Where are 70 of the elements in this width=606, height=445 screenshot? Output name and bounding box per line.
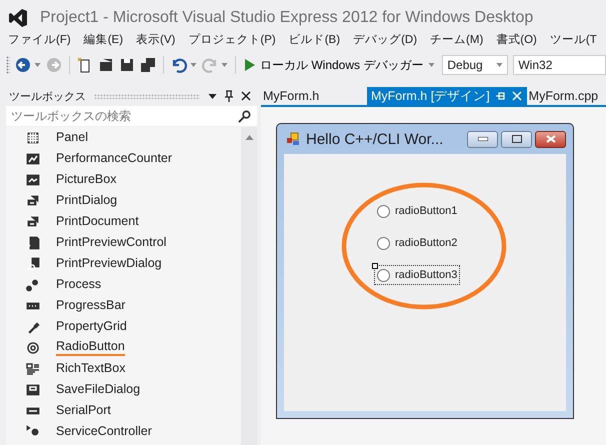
- document-tab[interactable]: MyForm.h: [261, 87, 367, 105]
- maximize-button[interactable]: [501, 130, 532, 148]
- radio-button[interactable]: radioButton2: [375, 234, 460, 252]
- dropdown-icon[interactable]: [208, 94, 217, 98]
- maximize-icon: [512, 135, 522, 143]
- toolbox-item[interactable]: ServiceController: [56, 424, 152, 439]
- menu-item[interactable]: 表示(V): [136, 32, 176, 52]
- preview-icon: [26, 236, 40, 250]
- form-title: Hello C++/CLI Wor...: [306, 130, 444, 148]
- toolbox-item[interactable]: PrintDialog: [56, 193, 118, 208]
- caret-icon[interactable]: [190, 63, 197, 67]
- toolbar-undo-icon[interactable]: [171, 57, 187, 73]
- pin-icon[interactable]: [225, 90, 233, 102]
- menu-item[interactable]: プロジェクト(P): [188, 32, 276, 52]
- toolbar-back-icon[interactable]: [15, 57, 31, 73]
- panel-icon: [26, 130, 40, 144]
- toolbox-item[interactable]: SaveFileDialog: [56, 382, 140, 397]
- caret-icon: [428, 63, 436, 67]
- toolbox-item[interactable]: PropertyGrid: [56, 319, 127, 334]
- text-icon: [26, 362, 40, 376]
- radio-icon: [26, 340, 40, 354]
- menu-item[interactable]: ファイル(F): [8, 32, 71, 52]
- window-title: Project1 - Microsoft Visual Studio Express 2012 for Windows Desktop: [40, 9, 534, 27]
- form-window[interactable]: Hello C++/CLI Wor... radioButton1 radioButton2 radioButton3: [276, 123, 574, 419]
- caret-icon: [496, 63, 504, 67]
- logo-icon: [8, 8, 28, 28]
- menu-item[interactable]: デバッグ(D): [353, 32, 418, 52]
- toolbox-item[interactable]: PrintDocument: [56, 214, 139, 229]
- toolbar-open-icon[interactable]: [98, 57, 114, 73]
- play-icon: [245, 59, 255, 71]
- toolbox-item[interactable]: SerialPort: [56, 403, 111, 418]
- toolbar-save-all-icon[interactable]: [140, 57, 156, 73]
- app-icon: [286, 132, 300, 146]
- magnifier-icon: [26, 256, 40, 270]
- minimize-icon: [478, 137, 488, 141]
- toolbox-item[interactable]: PrintPreviewDialog: [56, 256, 162, 271]
- panel-title: ツールボックス: [9, 90, 86, 104]
- configuration-dropdown[interactable]: Debug: [442, 55, 508, 75]
- close-icon: [546, 135, 556, 143]
- chart-icon: [26, 152, 40, 166]
- close-icon[interactable]: [241, 91, 251, 101]
- search-field[interactable]: ツールボックスの検索: [6, 106, 257, 126]
- radio-button[interactable]: radioButton3: [375, 266, 460, 284]
- search-input[interactable]: ツールボックスの検索: [9, 108, 238, 124]
- toolbox-item[interactable]: RichTextBox: [56, 361, 126, 376]
- scroll-up-icon[interactable]: [244, 135, 254, 140]
- menu-item[interactable]: ビルド(B): [288, 32, 340, 52]
- platform-dropdown[interactable]: Win32: [513, 55, 606, 75]
- menu-item[interactable]: ツール(T: [550, 32, 597, 52]
- toolbox-item[interactable]: Process: [56, 277, 102, 292]
- wrench-icon: [26, 320, 40, 334]
- search-icon: [238, 110, 251, 122]
- close-button[interactable]: [535, 130, 566, 148]
- menu-item[interactable]: 編集(E): [84, 32, 124, 52]
- menu-item[interactable]: 書式(O): [496, 32, 537, 52]
- toolbar-save-icon[interactable]: [119, 57, 135, 73]
- radio-button[interactable]: radioButton1: [375, 202, 460, 220]
- minimize-button[interactable]: [467, 130, 498, 148]
- toolbox-item[interactable]: ProgressBar: [56, 298, 126, 313]
- toolbox-item[interactable]: PerformanceCounter: [56, 151, 172, 166]
- caret-icon[interactable]: [221, 63, 228, 67]
- document-tab[interactable]: MyForm.cpp: [526, 87, 602, 105]
- toolbox-item[interactable]: Panel: [56, 130, 88, 145]
- menu-item[interactable]: チーム(M): [430, 32, 484, 52]
- toolbox-item[interactable]: PrintPreviewControl: [56, 235, 166, 250]
- toolbox-item[interactable]: PictureBox: [56, 172, 116, 187]
- scrollbar[interactable]: [241, 127, 257, 445]
- start-debugging-button[interactable]: ローカル Windows デバッガー: [243, 56, 438, 74]
- toolbox-item[interactable]: RadioButton: [56, 339, 125, 356]
- caret-icon[interactable]: [34, 63, 41, 67]
